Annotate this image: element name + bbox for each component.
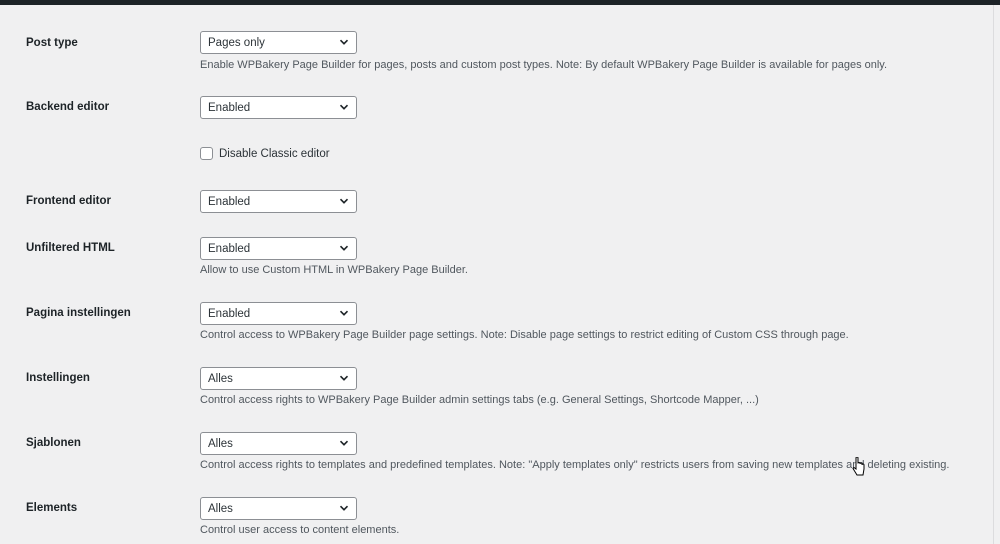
instellingen-label: Instellingen <box>26 372 90 384</box>
sjablonen-label: Sjablonen <box>26 437 81 449</box>
mouse-pointer-icon <box>852 457 865 476</box>
post-type-description: Enable WPBakery Page Builder for pages, … <box>200 59 888 71</box>
post-type-label: Post type <box>26 37 78 49</box>
frontend-editor-label: Frontend editor <box>26 195 111 207</box>
unfiltered-html-label: Unfiltered HTML <box>26 242 115 254</box>
chevron-down-icon <box>339 39 349 45</box>
backend-editor-select[interactable]: Enabled <box>200 96 357 119</box>
chevron-down-icon <box>339 245 349 251</box>
frontend-editor-select-value: Enabled <box>208 196 251 208</box>
disable-classic-editor-label[interactable]: Disable Classic editor <box>219 147 330 161</box>
post-type-select-value: Pages only <box>208 37 265 49</box>
chevron-down-icon <box>339 104 349 110</box>
post-type-select[interactable]: Pages only <box>200 31 357 54</box>
chevron-down-icon <box>339 198 349 204</box>
chevron-down-icon <box>339 310 349 316</box>
sjablonen-select-value: Alles <box>208 438 233 450</box>
elements-select[interactable]: Alles <box>200 497 357 520</box>
chevron-down-icon <box>339 505 349 511</box>
sjablonen-description: Control access rights to templates and p… <box>200 459 950 471</box>
instellingen-select-value: Alles <box>208 373 233 385</box>
instellingen-select[interactable]: Alles <box>200 367 357 390</box>
frontend-editor-select[interactable]: Enabled <box>200 190 357 213</box>
pagina-instellingen-label: Pagina instellingen <box>26 307 131 319</box>
backend-editor-label: Backend editor <box>26 101 110 113</box>
panel-divider <box>993 5 994 544</box>
pagina-instellingen-description: Control access to WPBakery Page Builder … <box>200 329 849 341</box>
sjablonen-select[interactable]: Alles <box>200 432 357 455</box>
chevron-down-icon <box>339 440 349 446</box>
elements-select-value: Alles <box>208 503 233 515</box>
admin-top-bar <box>0 0 1000 5</box>
backend-editor-select-value: Enabled <box>208 102 251 114</box>
unfiltered-html-select[interactable]: Enabled <box>200 237 357 260</box>
elements-label: Elements <box>26 502 78 514</box>
unfiltered-html-description: Allow to use Custom HTML in WPBakery Pag… <box>200 264 468 276</box>
instellingen-description: Control access rights to WPBakery Page B… <box>200 394 759 406</box>
pagina-instellingen-select-value: Enabled <box>208 308 251 320</box>
unfiltered-html-select-value: Enabled <box>208 243 251 255</box>
disable-classic-editor-checkbox[interactable] <box>200 147 213 160</box>
chevron-down-icon <box>339 375 349 381</box>
elements-description: Control user access to content elements. <box>200 524 400 536</box>
pagina-instellingen-select[interactable]: Enabled <box>200 302 357 325</box>
